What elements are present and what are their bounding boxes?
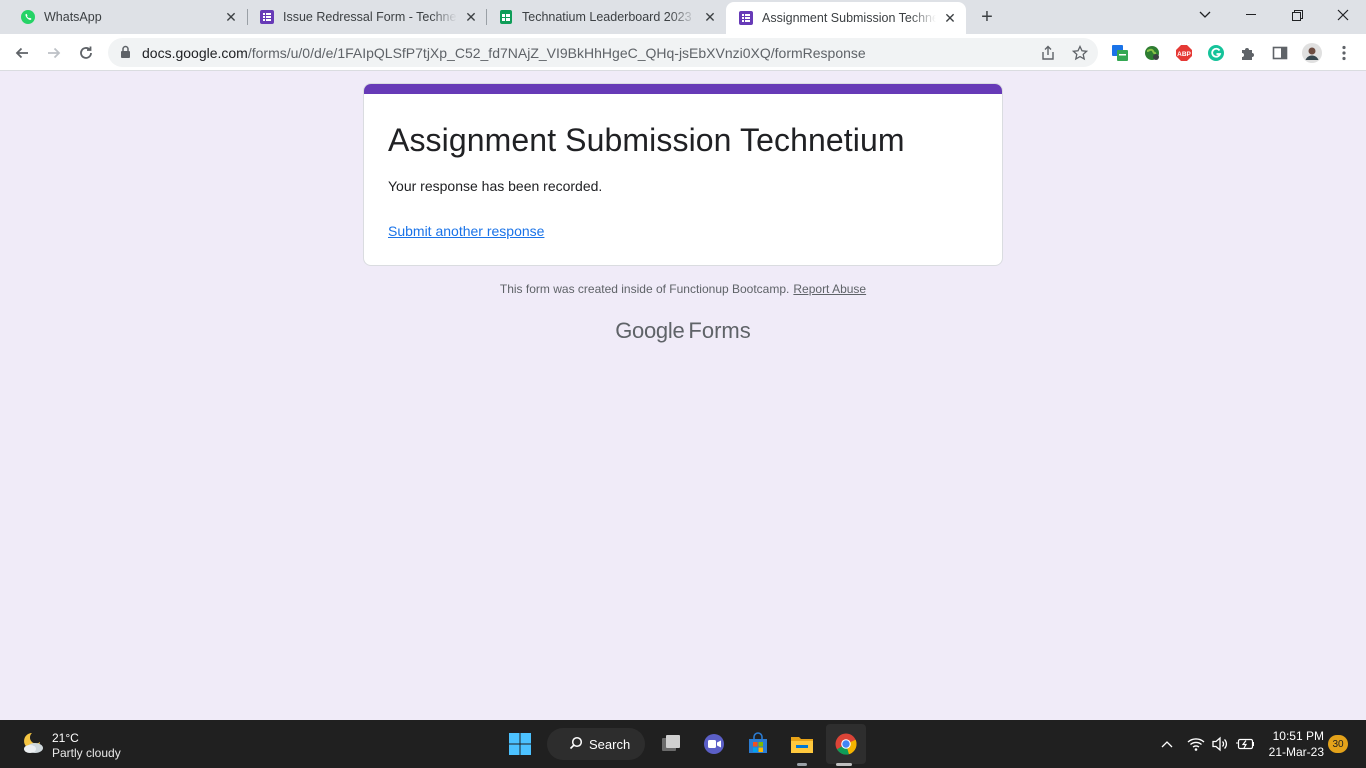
search-icon [569, 736, 583, 753]
tab-leaderboard[interactable]: Technatium Leaderboard 2023 - Google She… [478, 0, 726, 34]
tab-title: Assignment Submission Technetium [762, 11, 936, 25]
google-forms-logo[interactable]: Google Forms [0, 318, 1366, 344]
active-app-indicator [836, 763, 852, 766]
submit-another-response-link[interactable]: Submit another response [388, 223, 544, 239]
tab-strip: WhatsApp ✕ Issue Redressal Form - Techne… [0, 0, 1366, 34]
extensions-puzzle-icon[interactable] [1238, 43, 1258, 63]
grammarly-icon[interactable] [1206, 43, 1226, 63]
close-tab-icon[interactable]: ✕ [942, 10, 958, 26]
google-sheets-icon [498, 9, 514, 25]
google-wordmark: Google [615, 318, 685, 343]
close-tab-icon[interactable]: ✕ [463, 9, 479, 25]
tab-title: Issue Redressal Form - Technetium [283, 10, 457, 24]
menu-kebab-icon[interactable] [1334, 43, 1354, 63]
close-window-button[interactable] [1320, 0, 1366, 30]
browser-toolbar: docs.google.com/forms/u/0/d/e/1FAIpQLSfP… [0, 34, 1366, 71]
forward-button[interactable] [41, 40, 67, 66]
tab-search-icon[interactable] [1182, 0, 1228, 30]
windows-taskbar: 21°C Partly cloudy Search 10:51 PM 21-Ma… [0, 720, 1366, 768]
search-label: Search [589, 736, 631, 752]
weather-condition: Partly cloudy [52, 745, 121, 760]
start-button[interactable] [500, 724, 540, 764]
tab-title: Technatium Leaderboard 2023 - Google She… [522, 10, 696, 24]
profile-avatar-icon[interactable] [1302, 43, 1322, 63]
file-explorer-icon[interactable] [782, 724, 822, 764]
whatsapp-icon [20, 9, 36, 25]
url-host: docs.google.com [142, 45, 248, 61]
tab-assignment-submission[interactable]: Assignment Submission Technetium ✕ [726, 2, 966, 34]
minimize-button[interactable] [1228, 0, 1274, 30]
svg-text:ABP: ABP [1177, 51, 1191, 58]
url-text[interactable]: docs.google.com/forms/u/0/d/e/1FAIpQLSfP… [142, 45, 866, 61]
tab-title: WhatsApp [44, 10, 102, 24]
tab-whatsapp[interactable]: WhatsApp ✕ [0, 0, 247, 34]
google-forms-icon [259, 9, 275, 25]
tab-issue-redressal[interactable]: Issue Redressal Form - Technetium ✕ [239, 0, 487, 34]
share-icon[interactable] [1038, 43, 1058, 63]
close-tab-icon[interactable]: ✕ [223, 9, 239, 25]
weather-widget[interactable]: 21°C Partly cloudy [18, 729, 121, 762]
address-bar[interactable]: docs.google.com/forms/u/0/d/e/1FAIpQLSfP… [108, 38, 1098, 67]
report-abuse-link[interactable]: Report Abuse [793, 282, 866, 296]
task-view-icon[interactable] [651, 724, 691, 764]
url-path: /forms/u/0/d/e/1FAIpQLSfP7tjXp_C52_fd7NA… [247, 45, 866, 61]
clock-date: 21-Mar-23 [1268, 745, 1324, 759]
teams-chat-icon[interactable] [694, 724, 734, 764]
system-clock[interactable]: 10:51 PM 21-Mar-23 [1262, 728, 1324, 760]
confirmation-message: Your response has been recorded. [388, 178, 603, 194]
form-title: Assignment Submission Technetium [388, 122, 905, 158]
notification-count-badge[interactable]: 30 [1328, 735, 1348, 753]
battery-charging-icon[interactable] [1234, 732, 1256, 756]
reload-button[interactable] [73, 40, 99, 66]
creator-note: This form was created inside of Function… [499, 282, 790, 296]
lock-icon[interactable] [120, 45, 131, 64]
microsoft-store-icon[interactable] [738, 724, 778, 764]
running-app-indicator [797, 763, 807, 766]
partly-cloudy-icon [18, 729, 46, 762]
wifi-icon[interactable] [1186, 732, 1206, 756]
clock-time: 10:51 PM [1272, 729, 1324, 743]
chrome-icon[interactable] [826, 724, 866, 764]
back-button[interactable] [9, 40, 35, 66]
taskbar-search-button[interactable]: Search [547, 728, 645, 760]
globe-extension-icon[interactable] [1142, 43, 1162, 63]
form-footer-note: This form was created inside of Function… [0, 282, 1366, 296]
forms-wordmark: Forms [688, 318, 751, 343]
weather-temperature: 21°C [52, 730, 79, 745]
close-tab-icon[interactable]: ✕ [702, 9, 718, 25]
show-hidden-icons-chevron-icon[interactable] [1158, 732, 1176, 756]
volume-icon[interactable] [1210, 732, 1230, 756]
form-accent-bar [364, 84, 1002, 94]
google-forms-icon [738, 10, 754, 26]
restore-button[interactable] [1274, 0, 1320, 30]
bookmark-star-icon[interactable] [1070, 43, 1090, 63]
translate-extension-icon[interactable] [1110, 43, 1130, 63]
form-response-card: Assignment Submission Technetium Your re… [363, 83, 1003, 266]
side-panel-icon[interactable] [1270, 43, 1290, 63]
new-tab-button[interactable]: + [975, 5, 999, 29]
adblock-plus-icon[interactable]: ABP [1174, 43, 1194, 63]
